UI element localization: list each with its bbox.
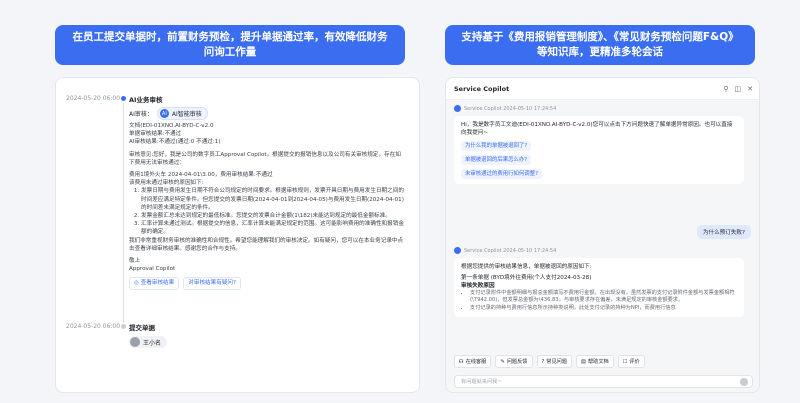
copilot-bot-icon: [454, 105, 461, 112]
ai-review-card: 文档(EDI-01XNO.AI-BYD-C-v2.0 单据审核结果:不通过 AI…: [129, 122, 404, 290]
review-reason-title: 该费用未通过审核的原因如下:: [129, 180, 204, 187]
timeline-dot-2: [121, 324, 126, 329]
question-icon: ?: [541, 358, 545, 365]
view-review-result-link[interactable]: ◎ 查看审核结果: [129, 277, 180, 290]
timeline-dot-1: [121, 96, 126, 101]
send-icon[interactable]: [740, 378, 748, 386]
answer-bullet: 支付记录的持种与费用行信息所示持种类说明，此处支付记录的持种为NPI，而费用行信…: [470, 305, 737, 312]
banner-right-text: 支持基于《费用报销管理制度》、《常见财务预检问题F&Q》等知识库，更精准多轮会话: [461, 31, 739, 58]
robot-icon: AI: [159, 109, 169, 118]
bot-meta-text: Service Copilot 2024-05-10 17:24:54: [464, 105, 557, 112]
answer-bullet: 支付记录附件中金额明细与报总金额填写不费用行金额，在出现没有，虽然发票的支付记录…: [470, 290, 737, 305]
review-line: AI审核结果:不通过(通过:0 不通过:1): [129, 139, 221, 146]
suggested-question[interactable]: 未审核通过的费用行如何调整?: [461, 169, 542, 179]
banner-left: 在员工提交单据时，前置财务预检，提升单据通过率，有效降低财务问询工作量: [55, 25, 405, 65]
ai-audit-row: AI审核： AI AI智能审核: [129, 107, 208, 120]
bot-greeting-text: Hi，我是数字员工文迪(EDI-01XNO.AI-BYD-C-v2.0)您可以点…: [461, 122, 733, 136]
copilot-bot-icon: [454, 247, 461, 254]
timeline-title-ai-review: AI业务审核: [129, 96, 163, 104]
action-label: 在线客服: [465, 359, 487, 365]
timeline-time-1: 2024-05-20 06:00: [66, 95, 121, 102]
copilot-title: Service Copilot: [454, 84, 510, 93]
answer-bullets: 支付记录附件中金额明细与报总金额填写不费用行金额，在出现没有，虽然发票的支付记录…: [461, 290, 737, 312]
action-label: 帮助文档: [587, 359, 609, 365]
comment-icon: ☐: [622, 358, 628, 365]
submitter-name: 王小名: [143, 339, 162, 347]
approval-timeline-panel: 2024-05-20 06:00 AI业务审核 AI审核： AI AI智能审核 …: [55, 77, 420, 393]
action-label: 常见问题: [546, 359, 568, 365]
review-line: 文档(EDI-01XNO.AI-BYD-C-v2.0: [129, 123, 214, 129]
bot-message-meta-1: Service Copilot 2024-05-10 17:24:54: [454, 105, 556, 112]
action-label: 评价: [629, 359, 640, 365]
pin-icon[interactable]: ⚲: [723, 85, 728, 93]
service-copilot-panel: Service Copilot ⚲ ◫ ✕ Service Copilot 20…: [445, 77, 760, 393]
review-sub-title: 费用1境外火车 2024-04-01\3.00，费用审核结果:不通过: [129, 172, 273, 179]
online-support-button[interactable]: ☊ 在线客服: [454, 355, 492, 368]
edit-icon: ✎: [500, 358, 505, 365]
copilot-header-tools: ⚲ ◫ ✕: [723, 85, 753, 93]
faq-button[interactable]: ? 常见问题: [536, 355, 573, 368]
book-icon: ▤: [581, 358, 586, 365]
user-message-bubble: 为什么预订失败?: [696, 225, 751, 239]
close-icon[interactable]: ✕: [747, 85, 753, 93]
ai-audit-label: AI审核：: [129, 111, 153, 118]
review-line: 单据审核结果:不通过: [129, 131, 182, 138]
review-reason: 发票日期与费用发生日期不符合公司规定的时间要求。根据审核规则，发票开具日期与费用…: [141, 187, 404, 212]
review-reason: 发票金额汇总未达到规定的最低标准。您提交的发票合计金额(1\182)未能达到规定…: [141, 212, 404, 220]
timeline-line: [123, 103, 124, 323]
answer-intro: 根据您提供的审核结果信息，单据被退回的原因如下:: [461, 264, 592, 270]
feedback-button[interactable]: ✎ 问题反馈: [495, 355, 533, 368]
help-docs-button[interactable]: ▤ 帮助文档: [576, 355, 614, 368]
review-sign: Approval Copilot: [129, 266, 176, 273]
bot-meta-text: Service Copilot 2024-05-10 17:24:54: [464, 247, 557, 254]
timeline-title-submit: 提交单据: [129, 324, 155, 332]
headset-icon: ☊: [459, 358, 464, 365]
dock-icon[interactable]: ◫: [735, 85, 742, 93]
copilot-chat-body: Service Copilot 2024-05-10 17:24:54 Hi，我…: [446, 100, 759, 392]
answer-reason-header: 审核失败原因: [461, 283, 495, 289]
avatar: [130, 337, 140, 347]
ai-audit-badge: AI AI智能审核: [156, 107, 208, 120]
action-label: 问题反馈: [506, 359, 528, 365]
answer-expense-line: 第一条单据 (BYD境外往费用(个人支付2024-03-28): [461, 275, 592, 281]
view-review-result-label: 查看审核结果: [140, 280, 175, 287]
review-regards: 敬上: [129, 258, 141, 265]
timeline-time-2: 2024-05-20 06:00: [66, 323, 121, 330]
bot-message-meta-2: Service Copilot 2024-05-10 17:24:54: [454, 247, 556, 254]
suggested-question[interactable]: 单据被退回的后果怎么办?: [461, 155, 532, 165]
suggested-question[interactable]: 为什么我的单据被退回了?: [461, 141, 532, 151]
submitter-chip[interactable]: 王小名: [129, 336, 168, 348]
review-reasons-list: 发票日期与费用发生日期不符合公司规定的时间要求。根据审核规则，发票开具日期与费用…: [129, 187, 404, 236]
rate-button[interactable]: ☐ 评价: [617, 355, 645, 368]
quick-actions: ☊ 在线客服 ✎ 问题反馈 ? 常见问题 ▤ 帮助文档 ☐ 评价: [454, 355, 645, 368]
bot-greeting-bubble: Hi，我是数字员工文迪(EDI-01XNO.AI-BYD-C-v2.0)您可以点…: [454, 116, 744, 184]
review-closing: 我们非常重视财务审核的准确性和合规性。希望您能理解我们的审核决定。如有疑问，您可…: [129, 237, 404, 252]
question-review-link[interactable]: 对审核结果有疑问?: [183, 277, 241, 290]
banner-right: 支持基于《费用报销管理制度》、《常见财务预检问题F&Q》等知识库，更精准多轮会话: [445, 25, 755, 65]
copilot-header: Service Copilot ⚲ ◫ ✕: [446, 78, 759, 100]
review-links: ◎ 查看审核结果 对审核结果有疑问?: [129, 277, 404, 290]
review-intro: 审核意见:您好，我是公司的数字员工Approval Copilot。根据提交的报…: [129, 151, 401, 166]
review-reason: 汇率计算未通过测试。根据提交的信息，汇率计算未能满足规定的范围。这可能影响费用的…: [141, 220, 404, 236]
bot-answer-bubble: 根据您提供的审核结果信息，单据被退回的原因如下: 第一条单据 (BYD境外往费用…: [454, 258, 744, 318]
chat-input-placeholder: 有问题就来问我~: [461, 379, 502, 385]
ai-audit-badge-text: AI智能审核: [171, 111, 202, 118]
chat-input[interactable]: 有问题就来问我~: [454, 375, 753, 388]
banner-left-text: 在员工提交单据时，前置财务预检，提升单据通过率，有效降低财务问询工作量: [72, 31, 388, 58]
